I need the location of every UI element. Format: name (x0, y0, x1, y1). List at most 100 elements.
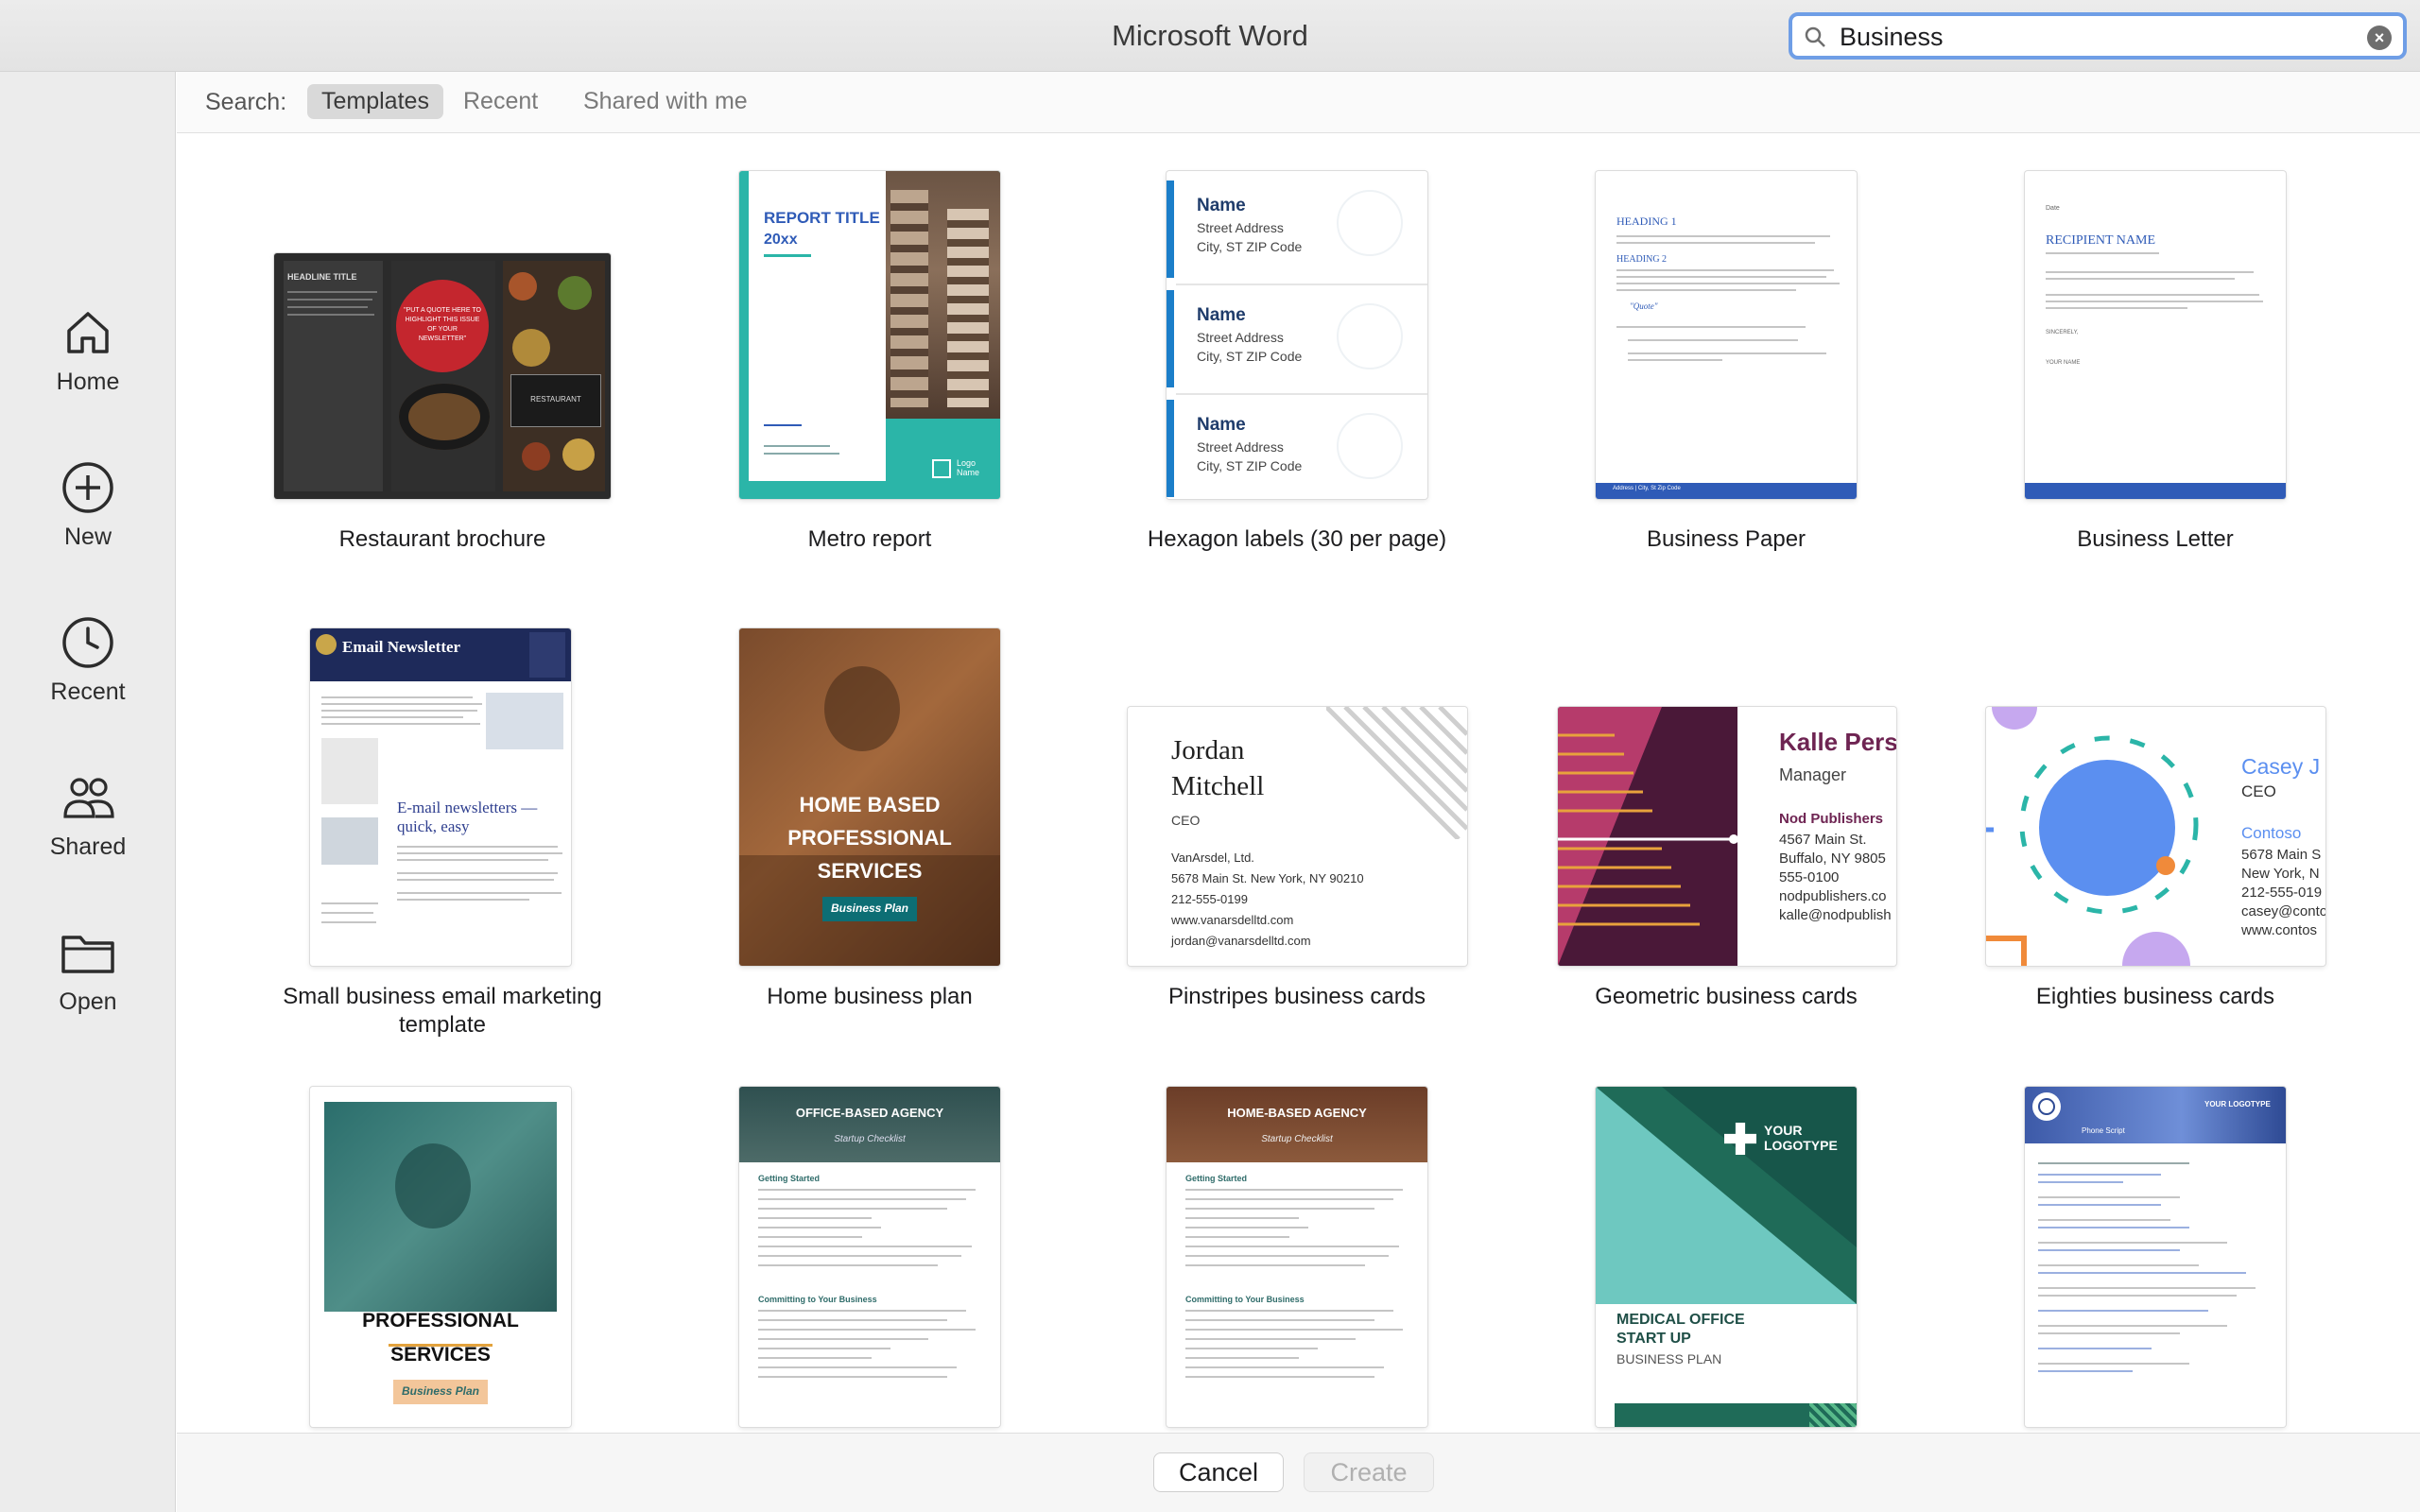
thumb-agency-sec1: Getting Started (1185, 1174, 1248, 1183)
thumb-logo-2: LOGOTYPE (1764, 1138, 1838, 1153)
thumb-agency-title: OFFICE-BASED AGENCY (795, 1106, 944, 1120)
thumb-label-street: Street Address (1197, 439, 1284, 455)
sidebar-item-label: New (63, 524, 112, 550)
filter-bar: Search: Templates Recent Shared with me (177, 72, 2420, 133)
search-icon (1805, 26, 1825, 47)
thumb-company: Contoso (2241, 824, 2302, 842)
thumb-phone: 212-555-0199 (1171, 892, 1248, 906)
template-thumb-hexagon-labels[interactable]: Name Street Address City, ST ZIP Code Na… (1167, 171, 1427, 499)
template-gallery: HEADLINE TITLE "PUT A QUOTE HERE TO HIGH… (177, 134, 2420, 1433)
thumb-script-title: Phone Script (2082, 1126, 2125, 1135)
thumb-report-title: REPORT TITLE (764, 209, 880, 227)
thumb-date: Date (2046, 205, 2060, 212)
thumb-logo-name: Logo Name (957, 458, 980, 477)
sidebar-item-open[interactable]: Open (0, 924, 176, 1047)
thumb-address: 5678 Main St. New York, NY 90210 (1171, 871, 1364, 885)
clear-search-icon[interactable]: × (2367, 26, 2392, 50)
template-name: Home business plan (767, 984, 973, 1009)
thumb-label-street: Street Address (1197, 330, 1284, 345)
thumb-heading-2: HEADING 2 (1616, 254, 1668, 265)
template-thumb-geometric-cards[interactable]: Kalle Pers Manager Nod Publishers 4567 M… (1558, 707, 1896, 966)
template-name: Hexagon labels (30 per page) (1147, 526, 1447, 552)
thumb-home-line3: SERVICES (817, 859, 923, 883)
thumb-address-2: New York, N (2241, 866, 2320, 882)
thumb-pro-sub: Business Plan (401, 1384, 480, 1398)
thumb-medical-line2: START UP (1616, 1331, 1691, 1347)
title-bar: Microsoft Word × (0, 0, 2420, 72)
thumb-medical-sub: BUSINESS PLAN (1616, 1351, 1722, 1366)
tab-shared-with-me[interactable]: Shared with me (569, 84, 762, 119)
search-box[interactable]: × (1789, 12, 2407, 60)
filter-label: Search: (205, 89, 287, 115)
template-thumb-office-agency[interactable]: OFFICE-BASED AGENCY Startup Checklist Ge… (739, 1087, 1000, 1427)
template-thumb-eighties-cards[interactable]: Casey J CEO Contoso 5678 Main S New York… (1986, 707, 2325, 966)
create-button[interactable]: Create (1304, 1452, 1434, 1492)
template-thumb-phone-script[interactable]: YOUR LOGOTYPE Phone Script (2025, 1087, 2286, 1427)
cancel-button[interactable]: Cancel (1153, 1452, 1284, 1492)
sidebar-item-label: Open (59, 988, 117, 1015)
plus-circle-icon (62, 462, 113, 513)
thumb-label-city: City, ST ZIP Code (1197, 239, 1303, 254)
template-thumb-home-business-plan[interactable]: HOME BASED PROFESSIONAL SERVICES Busines… (739, 628, 1000, 966)
thumb-address-1: 5678 Main S (2241, 847, 2322, 863)
template-thumb-professional-services[interactable]: PROFESSIONAL SERVICES Business Plan (310, 1087, 571, 1427)
thumb-email: kalle@nodpublish (1779, 907, 1892, 923)
thumb-script-logo: YOUR LOGOTYPE (2204, 1100, 2271, 1108)
sidebar-item-label: Home (56, 369, 120, 395)
tab-templates[interactable]: Templates (307, 84, 443, 119)
thumb-card-name: Kalle Pers (1779, 728, 1896, 756)
thumb-agency-sec2: Committing to Your Business (1185, 1295, 1305, 1304)
sidebar-item-shared[interactable]: Shared (0, 769, 176, 892)
sidebar-item-recent[interactable]: Recent (0, 614, 176, 737)
thumb-email: jordan@vanarsdelltd.com (1171, 934, 1311, 948)
thumb-footer: Address | City, St Zip Code (1613, 486, 1681, 491)
thumb-last-name: Mitchell (1171, 771, 1265, 801)
sidebar-item-label: Shared (49, 833, 127, 860)
thumb-card-title: CEO (2241, 782, 2276, 800)
thumb-company: Nod Publishers (1779, 811, 1884, 827)
thumb-web: www.vanarsdelltd.com (1171, 913, 1294, 927)
thumb-home-line1: HOME BASED (799, 793, 941, 816)
thumb-heading-1: HEADING 1 (1616, 215, 1677, 228)
template-thumb-email-newsletter[interactable]: Email Newsletter E-mail newsletters — qu… (310, 628, 571, 966)
thumb-pro-line1: PROFESSIONAL (362, 1310, 519, 1332)
thumb-phone: 555-0100 (1779, 869, 1840, 885)
thumb-email-heading: E-mail newsletters — quick, easy (397, 799, 538, 835)
thumb-logo-1: YOUR (1764, 1123, 1803, 1138)
template-thumb-restaurant-brochure[interactable]: HEADLINE TITLE "PUT A QUOTE HERE TO HIGH… (274, 253, 611, 499)
template-thumb-metro-report[interactable]: REPORT TITLE 20xx Logo Name (739, 171, 1000, 499)
thumb-card-name: Casey J (2241, 754, 2321, 779)
thumb-agency-sec2: Committing to Your Business (758, 1295, 877, 1304)
thumb-card-title: CEO (1171, 813, 1201, 828)
sidebar-item-label: Recent (50, 679, 126, 705)
sidebar-item-new[interactable]: New (0, 459, 176, 582)
sidebar: Home New Recent Shared Open (0, 72, 176, 1512)
template-thumb-home-agency[interactable]: HOME-BASED AGENCY Startup Checklist Gett… (1167, 1087, 1427, 1427)
people-icon (63, 778, 114, 818)
template-name: Business Paper (1646, 526, 1806, 552)
template-thumb-medical-office[interactable]: YOUR LOGOTYPE MEDICAL OFFICE START UP BU… (1596, 1087, 1857, 1427)
thumb-label-city: City, ST ZIP Code (1197, 349, 1303, 364)
template-thumb-business-paper[interactable]: HEADING 1 HEADING 2 "Quote" Address | Ci… (1596, 171, 1857, 499)
thumb-phone: 212-555-019 (2241, 885, 2323, 901)
thumb-agency-sub: Startup Checklist (834, 1134, 906, 1144)
thumb-web: nodpublishers.co (1779, 888, 1887, 904)
template-thumb-business-letter[interactable]: Date RECIPIENT NAME SINCERELY, YOUR NAME (2025, 171, 2286, 499)
thumb-quote: "Quote" (1630, 301, 1658, 311)
thumb-agency-title: HOME-BASED AGENCY (1227, 1106, 1367, 1120)
thumb-badge: RESTAURANT (530, 395, 581, 404)
tab-recent[interactable]: Recent (449, 84, 552, 119)
search-input[interactable] (1840, 19, 2350, 55)
thumb-agency-sub: Startup Checklist (1261, 1134, 1333, 1144)
thumb-label-name: Name (1197, 196, 1246, 215)
sidebar-item-home[interactable]: Home (0, 304, 176, 427)
thumb-sincerely: SINCERELY, (2046, 330, 2079, 335)
thumb-email: casey@conto (2241, 903, 2325, 919)
thumb-email-title: Email Newsletter (342, 638, 461, 656)
template-name: Metro report (807, 526, 932, 552)
template-thumb-pinstripes-cards[interactable]: Jordan Mitchell CEO VanArsdel, Ltd. 5678… (1128, 707, 1467, 966)
template-name: Restaurant brochure (338, 526, 546, 552)
thumb-web: www.contos (2241, 922, 2318, 938)
bottom-bar: Cancel Create (177, 1433, 2420, 1512)
template-name: Eighties business cards (2035, 984, 2275, 1009)
